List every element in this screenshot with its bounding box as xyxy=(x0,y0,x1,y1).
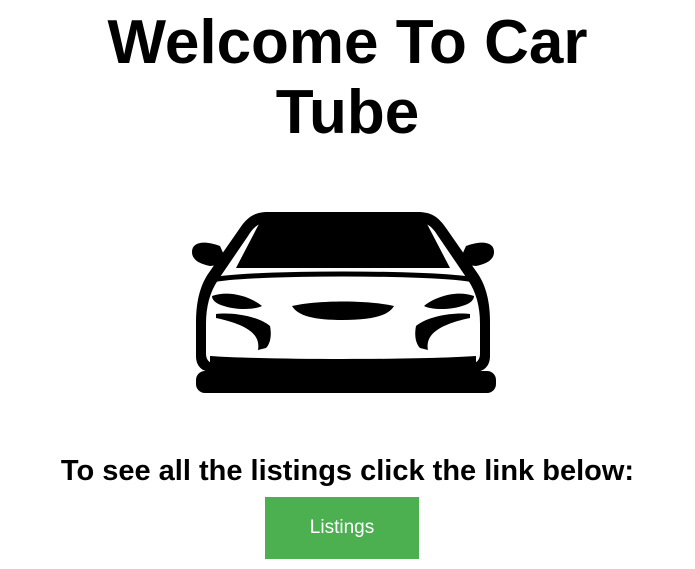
listings-button[interactable]: Listings xyxy=(265,497,419,559)
car-front-icon xyxy=(192,212,496,393)
page-title-line-1: Welcome To Car xyxy=(107,8,588,77)
listings-prompt: To see all the listings click the link b… xyxy=(60,455,635,487)
home-page: Welcome To Car Tube To see all the listi… xyxy=(0,0,695,569)
page-title: Welcome To Car Tube xyxy=(0,8,695,148)
page-title-line-2: Tube xyxy=(275,78,420,147)
